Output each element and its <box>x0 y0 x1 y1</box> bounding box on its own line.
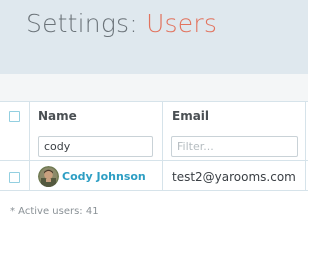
column-divider-name <box>162 101 163 191</box>
user-name-link[interactable]: Cody Johnson <box>62 170 146 184</box>
table-header-divider <box>0 160 308 161</box>
toolbar-strip <box>0 74 308 101</box>
name-filter-input[interactable] <box>38 136 153 157</box>
active-users-note: * Active users: 41 <box>10 206 99 217</box>
table-bottom-border <box>0 190 308 191</box>
table-top-border <box>0 101 308 102</box>
page-title-section: Users <box>146 9 218 38</box>
column-header-email[interactable]: Email <box>172 108 209 124</box>
column-divider-checkbox <box>29 101 30 191</box>
avatar-photo-icon <box>38 166 59 187</box>
select-all-checkbox[interactable] <box>9 111 20 122</box>
column-divider-email <box>305 101 306 191</box>
user-email: test2@yarooms.com <box>172 170 296 184</box>
page-header: Settings: Users <box>0 0 308 74</box>
row-select-checkbox[interactable] <box>9 172 20 183</box>
email-filter-input[interactable] <box>171 136 298 157</box>
page-title: Settings: Users <box>26 7 217 41</box>
user-avatar-icon <box>38 166 59 187</box>
column-header-name[interactable]: Name <box>38 108 77 124</box>
page-title-prefix: Settings: <box>26 9 138 38</box>
